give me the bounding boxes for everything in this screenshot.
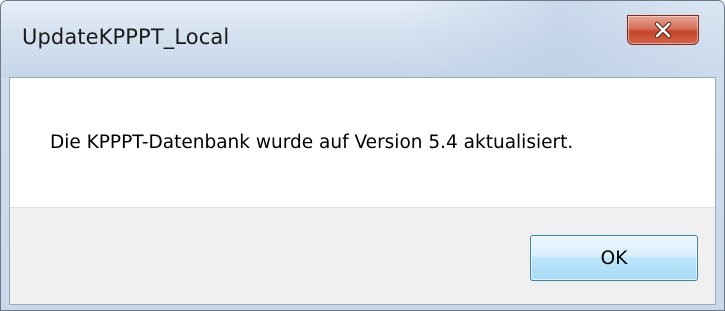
title-bar[interactable]: UpdateKPPPT_Local	[1, 1, 724, 77]
ok-button[interactable]: OK	[530, 235, 698, 281]
dialog-content: Die KPPPT-Datenbank wurde auf Version 5.…	[9, 77, 716, 305]
close-button[interactable]	[627, 15, 699, 45]
window-title: UpdateKPPPT_Local	[22, 25, 230, 49]
dialog-message: Die KPPPT-Datenbank wurde auf Version 5.…	[50, 132, 574, 153]
dialog-window: UpdateKPPPT_Local Die KPPPT-Datenbank wu…	[0, 0, 725, 311]
message-area: Die KPPPT-Datenbank wurde auf Version 5.…	[10, 78, 715, 207]
close-icon	[628, 16, 698, 44]
button-area: OK	[10, 207, 715, 304]
